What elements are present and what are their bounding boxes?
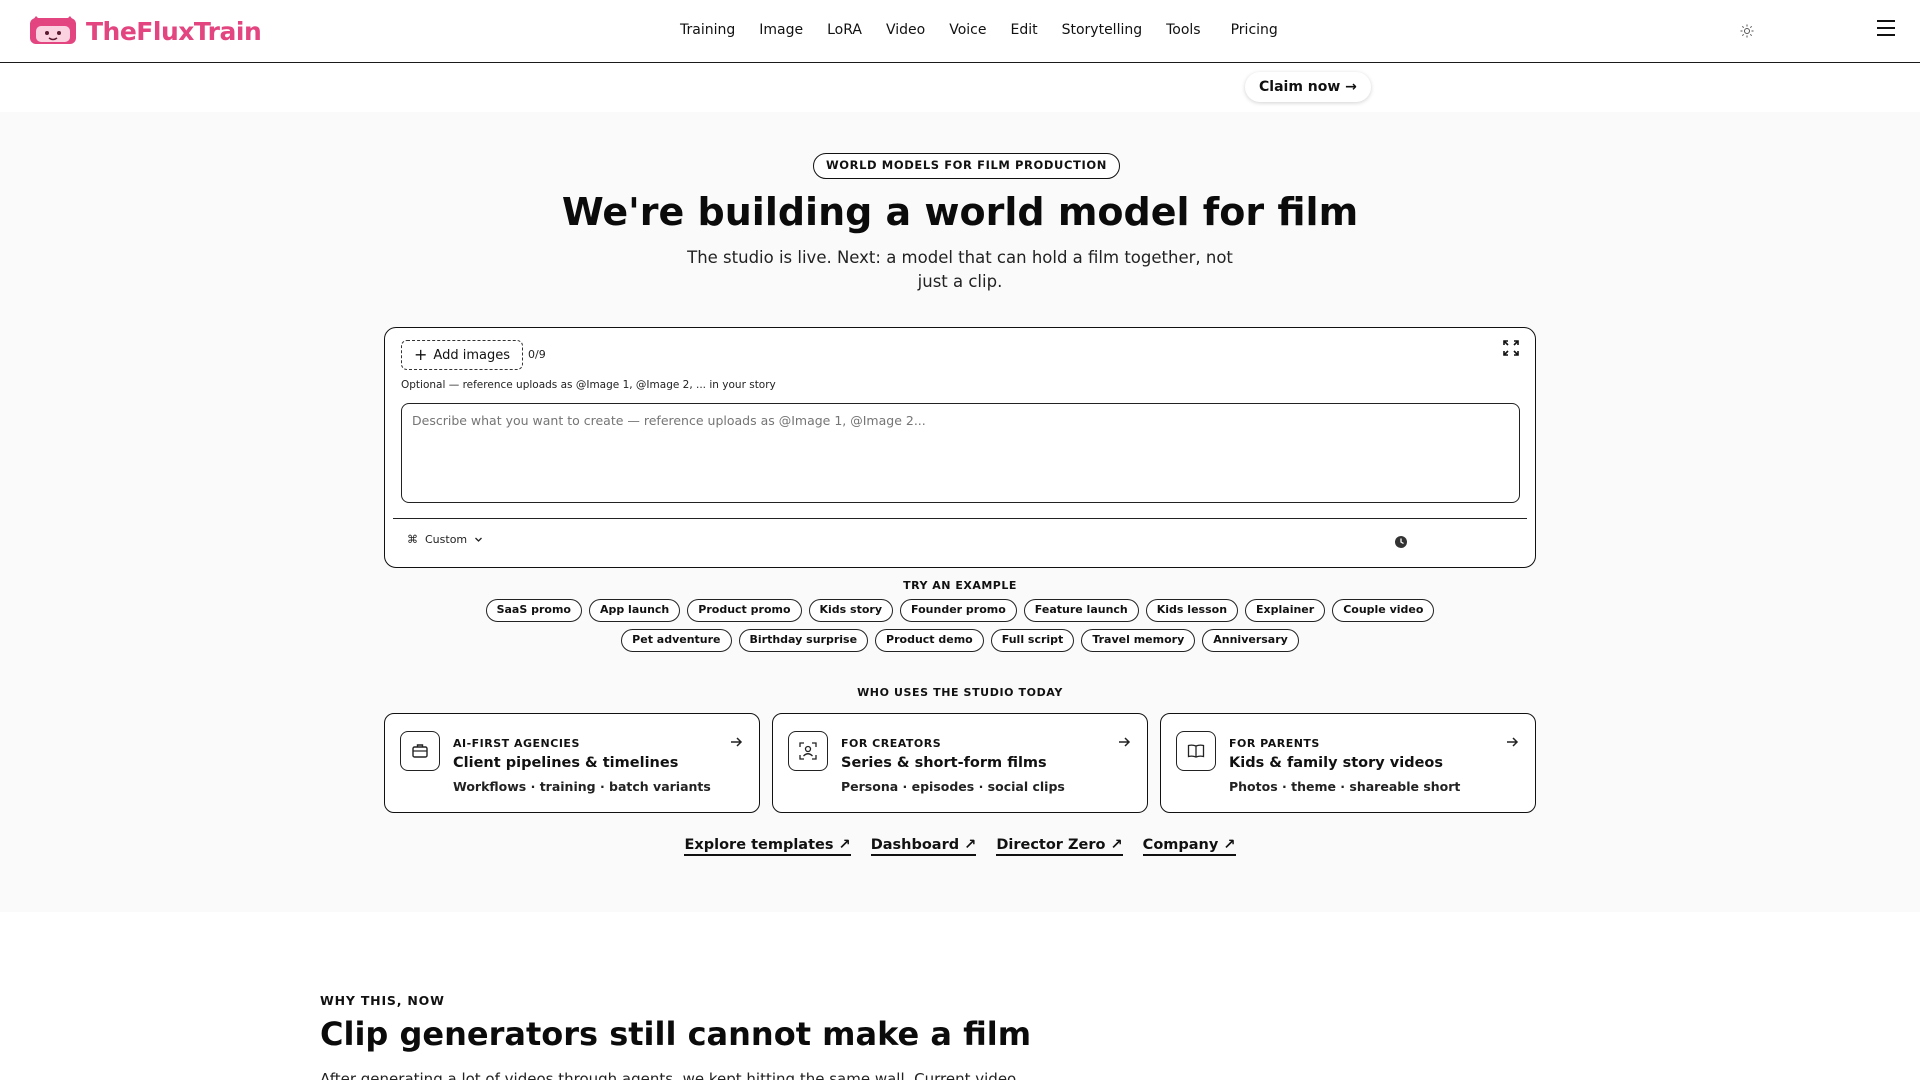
add-images-label: Add images — [433, 347, 510, 363]
example-chip[interactable]: App launch — [588, 599, 681, 622]
who-uses-label: WHO USES THE STUDIO TODAY — [857, 686, 1063, 699]
nav-tools[interactable]: Tools — [1166, 22, 1201, 38]
why-body: After generating a lot of videos through… — [320, 1070, 1017, 1080]
prompt-input[interactable] — [401, 403, 1520, 503]
nav-video[interactable]: Video — [886, 22, 925, 38]
mode-selector[interactable]: ⌘ Custom — [407, 533, 483, 546]
hero-eyebrow-badge: WORLD MODELS FOR FILM PRODUCTION — [813, 153, 1120, 179]
nav-voice[interactable]: Voice — [949, 22, 986, 38]
director-zero-link[interactable]: Director Zero ↗ — [996, 837, 1123, 856]
person-focus-icon — [788, 731, 828, 771]
secondary-links: Explore templates ↗ Dashboard ↗ Director… — [0, 837, 1920, 856]
card-title: Series & short-form films — [841, 755, 1047, 771]
hero-subtitle: The studio is live. Next: a model that c… — [687, 248, 1233, 291]
example-chip[interactable]: SaaS promo — [485, 599, 582, 622]
example-chip[interactable]: Birthday surprise — [738, 629, 869, 652]
wand-icon: ⌘ — [407, 533, 418, 546]
example-chip[interactable]: Anniversary — [1202, 629, 1299, 652]
nav-storytelling[interactable]: Storytelling — [1062, 22, 1143, 38]
clock-icon[interactable] — [1394, 535, 1408, 549]
example-chip[interactable]: Couple video — [1332, 599, 1435, 622]
card-eyebrow: FOR PARENTS — [1229, 737, 1320, 750]
story-composer: + Add images 0/9 Optional — reference up… — [384, 327, 1536, 568]
sun-icon[interactable] — [1740, 24, 1754, 38]
nav-edit[interactable]: Edit — [1010, 22, 1037, 38]
example-chips-row-1: SaaS promo App launch Product promo Kids… — [0, 599, 1920, 622]
example-chip[interactable]: Product promo — [687, 599, 802, 622]
nav-pricing[interactable]: Pricing — [1231, 22, 1278, 38]
card-title: Client pipelines & timelines — [453, 755, 679, 771]
brand-name: TheFluxTrain — [86, 16, 262, 46]
card-meta: Persona · episodes · social clips — [841, 779, 1065, 794]
plus-icon: + — [414, 345, 428, 364]
card-meta: Photos · theme · shareable short — [1229, 779, 1461, 794]
card-eyebrow: AI-FIRST AGENCIES — [453, 737, 580, 750]
nav-training[interactable]: Training — [680, 22, 735, 38]
example-chip[interactable]: Product demo — [875, 629, 984, 652]
mascot-logo-icon — [30, 16, 76, 44]
card-title: Kids & family story videos — [1229, 755, 1444, 771]
expand-icon[interactable] — [1503, 340, 1519, 356]
audience-card-agencies[interactable]: AI-FIRST AGENCIES Client pipelines & tim… — [384, 713, 760, 813]
add-images-button[interactable]: + Add images — [401, 340, 523, 370]
example-chip[interactable]: Travel memory — [1081, 629, 1196, 652]
example-chip[interactable]: Feature launch — [1023, 599, 1139, 622]
example-chip[interactable]: Pet adventure — [621, 629, 732, 652]
arrow-right-icon — [1119, 737, 1131, 747]
hamburger-icon[interactable] — [1877, 20, 1897, 36]
try-example-label: TRY AN EXAMPLE — [903, 579, 1017, 592]
example-chip[interactable]: Explainer — [1245, 599, 1326, 622]
composer-divider — [393, 518, 1527, 519]
arrow-right-icon — [1507, 737, 1519, 747]
company-link[interactable]: Company ↗ — [1142, 837, 1236, 856]
example-chip[interactable]: Kids story — [808, 599, 894, 622]
arrow-right-icon — [731, 737, 743, 747]
dashboard-link[interactable]: Dashboard ↗ — [870, 837, 977, 856]
mode-label: Custom — [425, 533, 468, 546]
main-nav: Training Image LoRA Video Voice Edit Sto… — [680, 22, 1302, 38]
example-chip[interactable]: Full script — [990, 629, 1075, 652]
hero-title: We're building a world model for film — [561, 190, 1359, 234]
brand-logo[interactable]: TheFluxTrain — [28, 14, 262, 48]
nav-image[interactable]: Image — [759, 22, 803, 38]
example-chip[interactable]: Founder promo — [900, 599, 1017, 622]
upload-hint: Optional — reference uploads as @Image 1… — [401, 379, 776, 391]
image-count: 0/9 — [528, 348, 546, 361]
example-chips-row-2: Pet adventure Birthday surprise Product … — [0, 629, 1920, 652]
why-eyebrow: WHY THIS, NOW — [320, 993, 445, 1008]
audience-card-creators[interactable]: FOR CREATORS Series & short-form films P… — [772, 713, 1148, 813]
nav-lora[interactable]: LoRA — [827, 22, 862, 38]
card-meta: Workflows · training · batch variants — [453, 779, 711, 794]
site-header: TheFluxTrain Training Image LoRA Video V… — [0, 0, 1920, 63]
briefcase-icon — [400, 731, 440, 771]
explore-templates-link[interactable]: Explore templates ↗ — [684, 837, 851, 856]
why-title: Clip generators still cannot make a film — [320, 1015, 1032, 1053]
claim-now-button[interactable]: Claim now → — [1245, 72, 1371, 102]
chevron-down-icon — [475, 537, 483, 542]
card-eyebrow: FOR CREATORS — [841, 737, 942, 750]
example-chip[interactable]: Kids lesson — [1145, 599, 1239, 622]
audience-card-parents[interactable]: FOR PARENTS Kids & family story videos P… — [1160, 713, 1536, 813]
open-book-icon — [1176, 731, 1216, 771]
